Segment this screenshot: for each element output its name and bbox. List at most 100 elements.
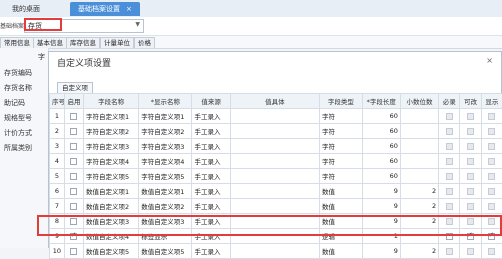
close-icon[interactable]: × — [126, 5, 132, 13]
decimals-cell[interactable] — [400, 169, 438, 184]
display-name-cell[interactable]: 数值自定义项5 — [139, 244, 192, 259]
sidebar-item-mnemonic[interactable]: 助记码 — [4, 98, 25, 108]
value-detail-cell[interactable] — [230, 199, 319, 214]
required-checkbox[interactable] — [446, 113, 453, 120]
field-length-cell[interactable]: 60 — [362, 124, 400, 139]
value-source-cell[interactable]: 手工录入 — [192, 199, 230, 214]
editable-checkbox[interactable] — [467, 203, 474, 210]
required-checkbox[interactable] — [446, 143, 453, 150]
col-header-field-type[interactable]: 字段类型 — [320, 94, 363, 109]
display-name-cell[interactable]: 字符自定义项5 — [139, 169, 192, 184]
index-cell[interactable]: 7 — [50, 199, 65, 214]
display-name-cell[interactable]: 字符自定义项2 — [139, 124, 192, 139]
value-source-cell[interactable]: 手工录入 — [192, 109, 230, 124]
editable-checkbox[interactable] — [467, 128, 474, 135]
chevron-down-icon[interactable]: ▼ — [135, 21, 140, 28]
value-source-cell[interactable]: 手工录入 — [192, 124, 230, 139]
editable-checkbox[interactable] — [467, 188, 474, 195]
field-length-cell[interactable]: 9 — [362, 184, 400, 199]
visible-checkbox[interactable] — [488, 188, 495, 195]
field-length-cell[interactable]: 9 — [362, 199, 400, 214]
value-detail-cell[interactable] — [230, 154, 319, 169]
sidebar-item-category[interactable]: 所属类别 — [4, 143, 32, 153]
index-cell[interactable]: 3 — [50, 139, 65, 154]
required-checkbox[interactable] — [446, 158, 453, 165]
editable-checkbox[interactable] — [467, 143, 474, 150]
col-header-decimals[interactable]: 小数位数 — [400, 94, 438, 109]
enabled-checkbox[interactable] — [70, 128, 77, 135]
visible-checkbox[interactable] — [488, 173, 495, 180]
sidebar-item-spec[interactable]: 规格型号 — [4, 113, 32, 123]
required-checkbox[interactable] — [446, 203, 453, 210]
field-name-cell[interactable]: 数值自定义项1 — [84, 184, 139, 199]
field-type-cell[interactable]: 字符 — [320, 124, 363, 139]
table-row[interactable]: 1字符自定义项1字符自定义项1手工录入字符60 — [50, 109, 502, 124]
enabled-checkbox[interactable] — [70, 248, 77, 255]
enabled-checkbox[interactable] — [70, 113, 77, 120]
display-name-cell[interactable]: 数值自定义项1 — [139, 184, 192, 199]
display-name-cell[interactable]: 字符自定义项4 — [139, 154, 192, 169]
index-cell[interactable]: 1 — [50, 109, 65, 124]
field-type-cell[interactable]: 字符 — [320, 169, 363, 184]
decimals-cell[interactable] — [400, 139, 438, 154]
enabled-checkbox[interactable] — [70, 173, 77, 180]
field-name-cell[interactable]: 数值自定义项2 — [84, 199, 139, 214]
table-row[interactable]: 3字符自定义项3字符自定义项3手工录入字符60 — [50, 139, 502, 154]
index-cell[interactable]: 4 — [50, 154, 65, 169]
required-checkbox[interactable] — [446, 173, 453, 180]
col-header-editable[interactable]: 可改 — [460, 94, 481, 109]
decimals-cell[interactable] — [400, 109, 438, 124]
col-header-field-name[interactable]: 字段名称 — [84, 94, 139, 109]
value-detail-cell[interactable] — [230, 244, 319, 259]
required-checkbox[interactable] — [446, 128, 453, 135]
tab-unit[interactable]: 计量单位 — [100, 37, 134, 48]
sidebar-item-name[interactable]: 存货名称 — [4, 83, 32, 93]
table-row[interactable]: 4字符自定义项4字符自定义项4手工录入字符60 — [50, 154, 502, 169]
value-source-cell[interactable]: 手工录入 — [192, 154, 230, 169]
decimals-cell[interactable] — [400, 124, 438, 139]
tab-my-desktop[interactable]: 我的桌面 — [4, 2, 48, 16]
field-type-cell[interactable]: 数值 — [320, 244, 363, 259]
decimals-cell[interactable]: 2 — [400, 184, 438, 199]
visible-checkbox[interactable] — [488, 113, 495, 120]
tab-inventory-info[interactable]: 库存信息 — [66, 37, 100, 48]
visible-checkbox[interactable] — [488, 128, 495, 135]
field-length-cell[interactable]: 60 — [362, 139, 400, 154]
index-cell[interactable]: 10 — [50, 244, 65, 259]
col-header-index[interactable]: 序号 — [50, 94, 65, 109]
value-source-cell[interactable]: 手工录入 — [192, 244, 230, 259]
visible-checkbox[interactable] — [488, 158, 495, 165]
visible-checkbox[interactable] — [488, 143, 495, 150]
col-header-required[interactable]: 必录 — [439, 94, 460, 109]
field-type-cell[interactable]: 字符 — [320, 154, 363, 169]
field-type-cell[interactable]: 数值 — [320, 184, 363, 199]
field-type-cell[interactable]: 字符 — [320, 139, 363, 154]
visible-checkbox[interactable] — [488, 203, 495, 210]
col-header-enabled[interactable]: 启用 — [64, 94, 83, 109]
col-header-value-detail[interactable]: 值具体 — [230, 94, 319, 109]
field-type-cell[interactable]: 数值 — [320, 199, 363, 214]
display-name-cell[interactable]: 字符自定义项1 — [139, 109, 192, 124]
tab-price[interactable]: 价格 — [134, 37, 155, 48]
value-detail-cell[interactable] — [230, 184, 319, 199]
value-detail-cell[interactable] — [230, 139, 319, 154]
sidebar-item-pricing[interactable]: 计价方式 — [4, 128, 32, 138]
col-header-visible[interactable]: 显示 — [481, 94, 502, 109]
decimals-cell[interactable]: 2 — [400, 199, 438, 214]
value-source-cell[interactable]: 手工录入 — [192, 184, 230, 199]
table-row[interactable]: 6数值自定义项1数值自定义项1手工录入数值92 — [50, 184, 502, 199]
required-checkbox[interactable] — [446, 248, 453, 255]
field-length-cell[interactable]: 60 — [362, 169, 400, 184]
sidebar-item-code[interactable]: 存货编码 — [4, 68, 32, 78]
index-cell[interactable]: 5 — [50, 169, 65, 184]
editable-checkbox[interactable] — [467, 113, 474, 120]
close-icon[interactable]: × — [486, 56, 493, 65]
value-detail-cell[interactable] — [230, 109, 319, 124]
field-name-cell[interactable]: 字符自定义项1 — [84, 109, 139, 124]
field-name-cell[interactable]: 数值自定义项5 — [84, 244, 139, 259]
table-row[interactable]: 10数值自定义项5数值自定义项5手工录入数值92 — [50, 244, 502, 259]
tab-basic-info[interactable]: 基本信息 — [33, 37, 67, 48]
field-length-cell[interactable]: 60 — [362, 109, 400, 124]
col-header-display-name[interactable]: *显示名称 — [139, 94, 192, 109]
field-name-cell[interactable]: 字符自定义项2 — [84, 124, 139, 139]
